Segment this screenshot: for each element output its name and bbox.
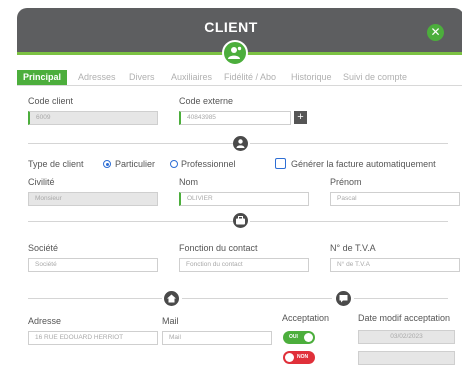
particulier-radio[interactable] <box>103 160 111 168</box>
mail-label: Mail <box>162 316 179 326</box>
user-icon <box>233 136 248 151</box>
acceptation-label: Acceptation <box>282 313 330 323</box>
code-client-field[interactable]: 6009 <box>28 111 158 125</box>
divider-left <box>28 143 233 144</box>
societe-field[interactable]: Société <box>28 258 158 272</box>
facture-auto-label: Générer la facture automatiquement <box>291 159 436 169</box>
tab-divers[interactable]: Divers <box>129 70 155 85</box>
facture-auto-checkbox[interactable] <box>275 158 286 169</box>
divider-right <box>354 298 448 299</box>
civilite-label: Civilité <box>28 177 55 187</box>
tva-field[interactable]: N° de T.V.A <box>330 258 460 272</box>
divider-left <box>28 298 162 299</box>
add-code-button[interactable]: + <box>294 111 307 124</box>
tab-historique[interactable]: Historique <box>291 70 332 85</box>
fonction-field[interactable]: Fonction du contact <box>179 258 309 272</box>
mail-field[interactable]: Mail <box>162 331 272 345</box>
prenom-label: Prénom <box>330 177 362 187</box>
tab-suivi-de-compte[interactable]: Suivi de compte <box>343 70 407 85</box>
tva-label: N° de T.V.A <box>330 243 376 253</box>
close-icon[interactable]: ✕ <box>427 24 444 41</box>
divider-middle <box>182 298 332 299</box>
briefcase-icon <box>233 213 248 228</box>
tab-adresses[interactable]: Adresses <box>78 70 116 85</box>
code-client-label: Code client <box>28 96 74 106</box>
code-externe-field[interactable]: 40843985 <box>179 111 291 125</box>
chat-bubble-icon <box>336 291 351 306</box>
adresse-field[interactable]: 16 RUE EDOUARD HERRIOT <box>28 331 158 345</box>
societe-label: Société <box>28 243 59 253</box>
nom-field[interactable]: OLIVIER <box>179 192 309 206</box>
divider-right <box>250 143 448 144</box>
acceptation-oui-toggle[interactable]: OUI <box>283 331 315 344</box>
divider-right <box>250 221 448 222</box>
client-modal: CLIENT ✕ Principal Adresses Divers Auxil… <box>0 0 462 374</box>
oui-label: OUI <box>289 334 298 340</box>
tab-auxiliaires[interactable]: Auxiliaires <box>171 70 212 85</box>
nom-label: Nom <box>179 177 199 187</box>
type-client-label: Type de client <box>28 159 84 169</box>
toggle-knob <box>304 333 313 342</box>
tab-principal[interactable]: Principal <box>17 70 68 85</box>
date-acceptation-field[interactable]: 03/02/2023 <box>358 330 455 344</box>
professionnel-label: Professionnel <box>181 159 236 169</box>
non-label: NON <box>297 354 309 360</box>
home-icon <box>164 291 179 306</box>
modal-title: CLIENT <box>204 19 258 35</box>
adresse-label: Adresse <box>28 316 62 326</box>
civilite-select[interactable]: Monsieur <box>28 192 158 206</box>
divider-left <box>28 221 233 222</box>
toggle-knob <box>285 353 294 362</box>
code-externe-label: Code externe <box>179 96 234 106</box>
prenom-field[interactable]: Pascal <box>330 192 460 206</box>
particulier-label: Particulier <box>115 159 156 169</box>
user-gear-icon <box>222 40 248 66</box>
tab-bar: Principal Adresses Divers Auxiliaires Fi… <box>17 70 462 86</box>
fonction-label: Fonction du contact <box>179 243 258 253</box>
tab-fidelite-abo[interactable]: Fidélité / Abo <box>224 70 276 85</box>
professionnel-radio[interactable] <box>170 160 178 168</box>
date-acceptation-label: Date modif acceptation <box>358 313 451 323</box>
date-acceptation-field-2[interactable] <box>358 351 455 365</box>
acceptation-non-toggle[interactable]: NON <box>283 351 315 364</box>
